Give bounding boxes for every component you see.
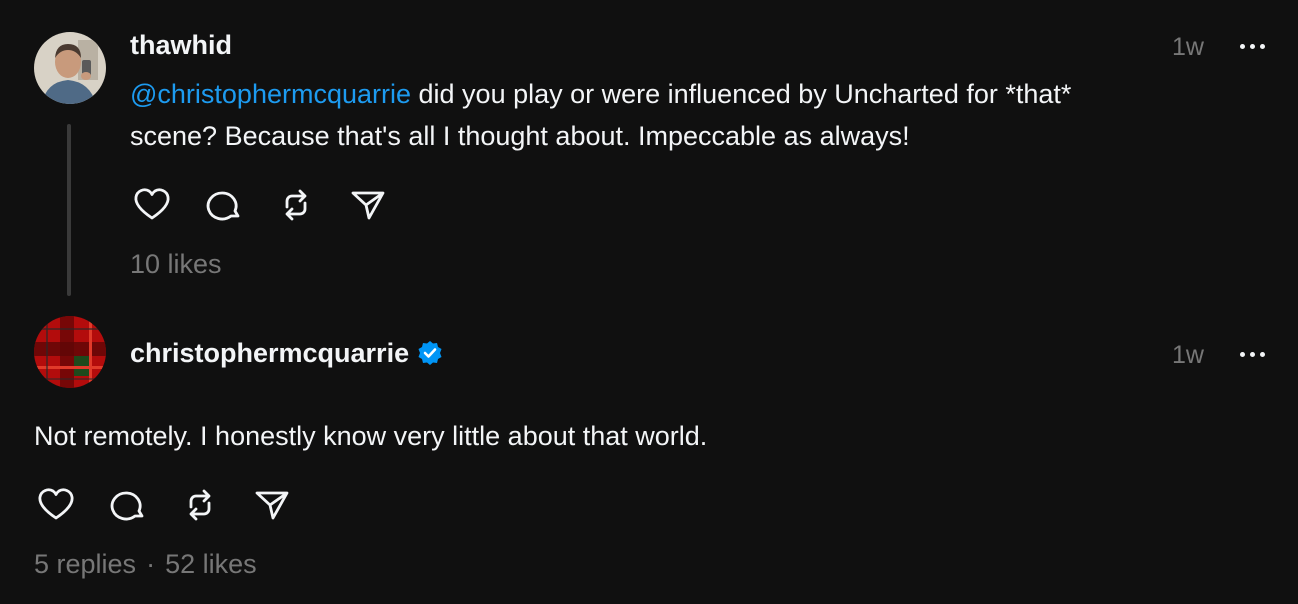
repost-icon — [189, 489, 211, 521]
reply-more-options-icon[interactable] — [1240, 349, 1268, 359]
comment-icon — [206, 191, 240, 221]
send-icon — [351, 191, 385, 220]
repost-icon — [285, 189, 307, 221]
avatar-photo — [34, 32, 106, 104]
post-timestamp[interactable]: 1w — [1172, 35, 1204, 60]
avatar-christophermcquarrie[interactable] — [34, 316, 106, 388]
thread-view: thawhid 1w @christophermcquarrie did you… — [0, 0, 1298, 604]
post-body-line-1: @christophermcquarrie did you play or we… — [130, 73, 1260, 115]
post-text-line-1: did you play or were influenced by Uncha… — [411, 79, 1072, 109]
reply-button[interactable] — [202, 183, 246, 227]
more-options-icon[interactable] — [1240, 41, 1268, 51]
verified-badge-icon — [418, 341, 442, 365]
like-button[interactable] — [130, 183, 174, 227]
avatar-tartan-image — [34, 316, 106, 388]
like-count[interactable]: 10 likes — [130, 251, 222, 278]
reply-like-button[interactable] — [34, 483, 78, 527]
comment-icon — [110, 491, 144, 521]
share-button[interactable] — [346, 183, 390, 227]
avatar-thawhid[interactable] — [34, 32, 106, 104]
heart-icon — [38, 488, 74, 520]
replies-count[interactable]: 5 replies — [34, 549, 136, 579]
reply-share-button[interactable] — [250, 483, 294, 527]
reply-timestamp[interactable]: 1w — [1172, 343, 1204, 368]
reply-username[interactable]: christophermcquarrie — [130, 340, 409, 367]
post-text-line-2: scene? Because that's all I thought abou… — [130, 121, 910, 151]
reply-body: Not remotely. I honestly know very littl… — [34, 421, 708, 451]
thread-connector-line — [67, 124, 71, 296]
reply-repost-button[interactable] — [178, 483, 222, 527]
reply-comment-button[interactable] — [106, 483, 150, 527]
reply-like-count[interactable]: 52 likes — [165, 549, 257, 579]
heart-icon — [134, 188, 170, 220]
send-icon — [255, 491, 289, 520]
post-username[interactable]: thawhid — [130, 32, 232, 59]
post-body: @christophermcquarrie did you play or we… — [130, 73, 1260, 157]
repost-button[interactable] — [274, 183, 318, 227]
meta-separator: · — [146, 549, 156, 579]
reply-stats: 5 replies · 52 likes — [34, 551, 257, 578]
mention-link[interactable]: @christophermcquarrie — [130, 79, 411, 109]
